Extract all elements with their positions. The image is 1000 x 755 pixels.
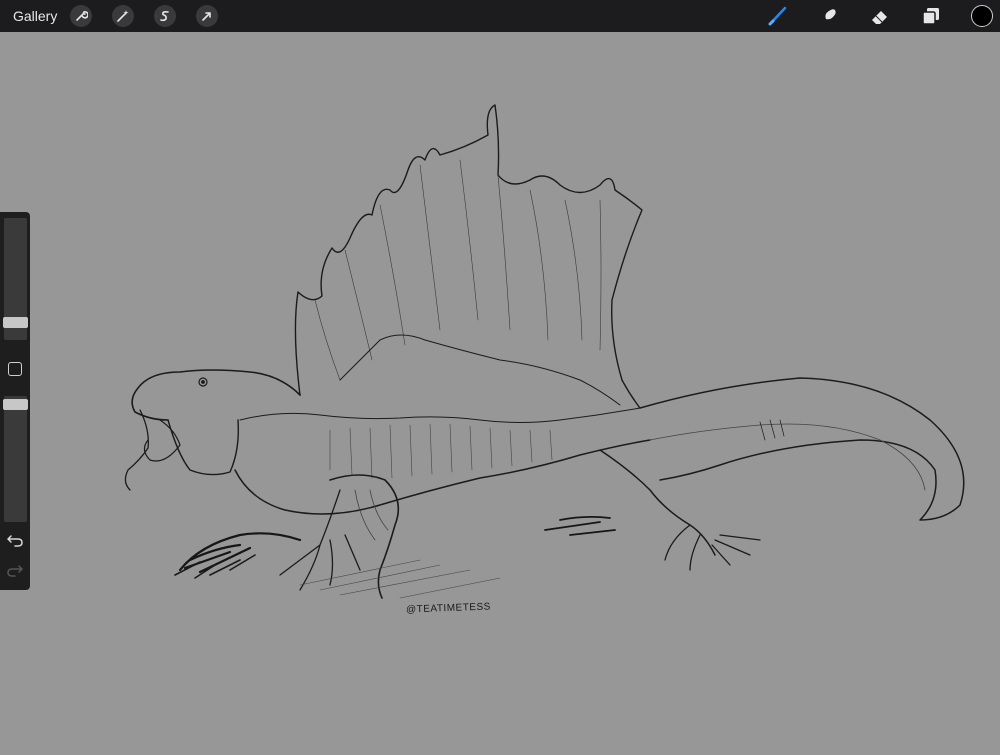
gallery-button[interactable]: Gallery [13,8,57,24]
transform-button[interactable] [196,5,218,27]
brush-size-slider[interactable] [3,218,28,340]
smudge-icon [823,9,836,24]
opacity-slider[interactable] [3,396,28,522]
left-sidebar [0,212,30,590]
brush-size-thumb[interactable] [3,317,28,328]
magic-wand-icon [117,10,129,22]
selection-button[interactable] [154,5,176,27]
selection-s-icon [160,10,169,22]
drawing-canvas[interactable]: @TEATIMETESS [0,32,1000,750]
redo-button[interactable] [6,562,24,578]
color-picker-button[interactable] [971,5,993,27]
redo-icon [7,565,23,577]
brush-icon [768,6,787,26]
brush-tool-button[interactable] [767,5,789,27]
actions-button[interactable] [70,5,92,27]
undo-icon [7,535,23,547]
smudge-tool-button[interactable] [818,5,840,27]
opacity-thumb[interactable] [3,399,28,410]
undo-button[interactable] [6,532,24,548]
wrench-icon [76,11,88,21]
layers-icon [922,8,939,25]
adjustments-button[interactable] [112,5,134,27]
top-toolbar: Gallery [0,0,1000,32]
artwork-sketch [124,104,965,599]
eraser-icon [872,11,887,24]
eraser-tool-button[interactable] [869,5,891,27]
arrow-cursor-icon [202,12,211,21]
layers-button[interactable] [920,5,942,27]
modify-button[interactable] [8,362,22,376]
